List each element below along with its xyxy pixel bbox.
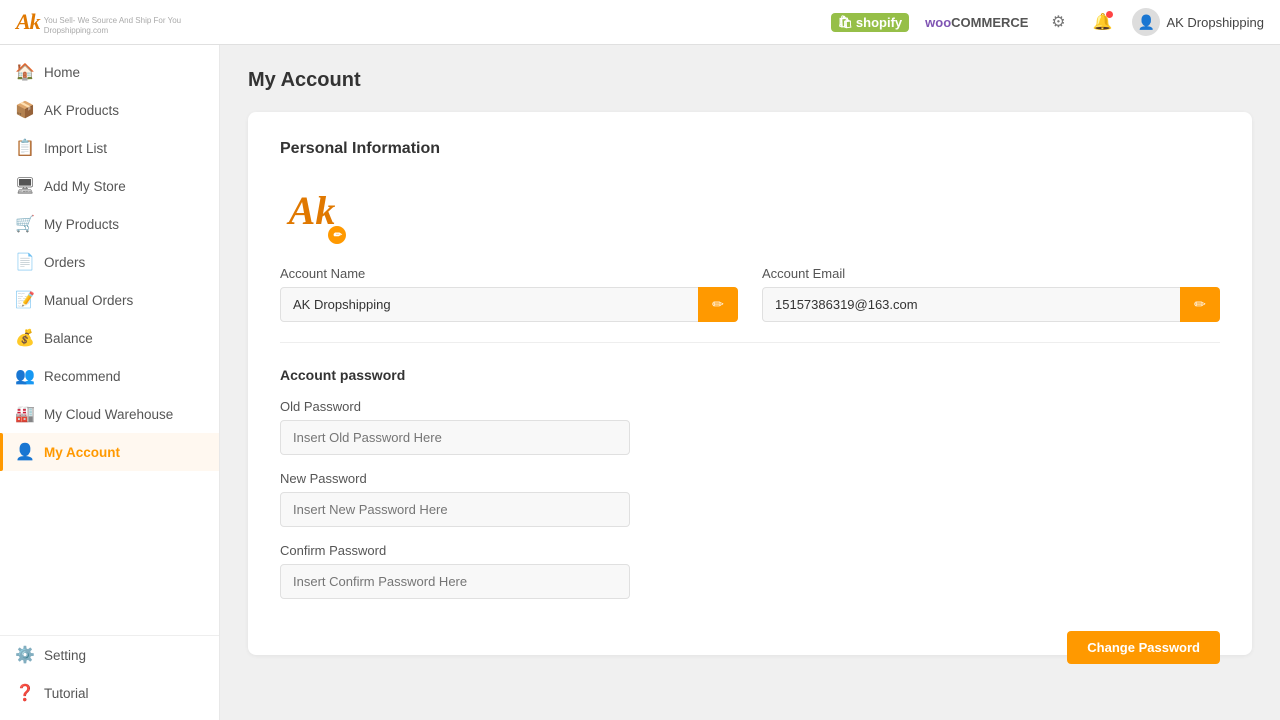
sidebar-item-my-products[interactable]: 🛒 My Products [0, 205, 219, 243]
sidebar-label-home: Home [44, 65, 80, 80]
sidebar-item-import-list[interactable]: 📋 Import List [0, 129, 219, 167]
sidebar-item-tutorial[interactable]: ❓ Tutorial [0, 674, 219, 712]
settings-icon-btn[interactable]: ⚙ [1044, 8, 1072, 36]
shopify-bag-icon: 🛍 [838, 15, 853, 29]
account-name-input[interactable] [280, 287, 738, 322]
sidebar-label-my-products: My Products [44, 217, 119, 232]
user-area[interactable]: 👤 AK Dropshipping [1132, 8, 1264, 36]
orders-icon: 📄 [16, 253, 34, 271]
main-content: My Account Personal Information Ak ✏ Acc… [220, 45, 1280, 720]
sidebar-label-manual-orders: Manual Orders [44, 293, 133, 308]
old-password-label: Old Password [280, 399, 1220, 414]
sidebar-item-orders[interactable]: 📄 Orders [0, 243, 219, 281]
account-card: Personal Information Ak ✏ Account Name ✏ [248, 112, 1252, 655]
recommend-icon: 👥 [16, 367, 34, 385]
confirm-password-group: Confirm Password [280, 543, 1220, 599]
sidebar-label-setting: Setting [44, 648, 86, 663]
confirm-password-label: Confirm Password [280, 543, 1220, 558]
setting-icon: ⚙️ [16, 646, 34, 664]
account-email-input-wrapper: ✏ [762, 287, 1220, 322]
sidebar-item-my-account[interactable]: 👤 My Account [0, 433, 219, 471]
pencil-icon: ✏ [712, 296, 724, 313]
home-icon: 🏠 [16, 63, 34, 81]
my-products-icon: 🛒 [16, 215, 34, 233]
sidebar-label-ak-products: AK Products [44, 103, 119, 118]
avatar-area: Ak ✏ [280, 178, 1220, 242]
divider [280, 342, 1220, 343]
sidebar-item-home[interactable]: 🏠 Home [0, 53, 219, 91]
old-password-group: Old Password [280, 399, 1220, 455]
logo-text: Ak [16, 9, 40, 35]
balance-icon: 💰 [16, 329, 34, 347]
account-email-edit-button[interactable]: ✏ [1180, 287, 1220, 322]
sidebar-label-my-account: My Account [44, 445, 120, 460]
shopify-label: shopify [856, 15, 902, 30]
avatar-edit-button[interactable]: ✏ [328, 226, 346, 244]
new-password-input[interactable] [280, 492, 630, 527]
notification-btn[interactable]: 🔔 [1088, 8, 1116, 36]
top-nav: Ak You Sell- We Source And Ship For YouD… [0, 0, 1280, 45]
account-info-row: Account Name ✏ Account Email ✏ [280, 266, 1220, 322]
sidebar-item-add-my-store[interactable]: 🖥 Add My Store [0, 167, 219, 205]
account-email-group: Account Email ✏ [762, 266, 1220, 322]
new-password-group: New Password [280, 471, 1220, 527]
user-name: AK Dropshipping [1166, 15, 1264, 30]
sidebar-item-my-cloud-warehouse[interactable]: 🏭 My Cloud Warehouse [0, 395, 219, 433]
import-list-icon: 📋 [16, 139, 34, 157]
tutorial-icon: ❓ [16, 684, 34, 702]
account-name-input-wrapper: ✏ [280, 287, 738, 322]
account-email-label: Account Email [762, 266, 1220, 281]
sidebar-label-orders: Orders [44, 255, 85, 270]
app-body: 🏠 Home 📦 AK Products 📋 Import List 🖥 Add… [0, 45, 1280, 720]
password-section: Account password Old Password New Passwo… [280, 367, 1220, 623]
add-store-icon: 🖥 [16, 177, 34, 195]
sidebar-label-balance: Balance [44, 331, 93, 346]
sidebar-item-setting[interactable]: ⚙️ Setting [0, 635, 219, 674]
page-title: My Account [248, 69, 1252, 92]
logo-sub: You Sell- We Source And Ship For YouDrop… [44, 16, 181, 35]
sidebar-label-add-my-store: Add My Store [44, 179, 126, 194]
sidebar-item-balance[interactable]: 💰 Balance [0, 319, 219, 357]
sidebar-item-ak-products[interactable]: 📦 AK Products [0, 91, 219, 129]
avatar: 👤 [1132, 8, 1160, 36]
confirm-password-input[interactable] [280, 564, 630, 599]
woocommerce-badge[interactable]: wooCOMMERCE [925, 15, 1028, 30]
account-name-group: Account Name ✏ [280, 266, 738, 322]
account-name-edit-button[interactable]: ✏ [698, 287, 738, 322]
pencil-icon-2: ✏ [1194, 296, 1206, 313]
logo-area: Ak You Sell- We Source And Ship For YouD… [16, 8, 181, 35]
sidebar-item-manual-orders[interactable]: 📝 Manual Orders [0, 281, 219, 319]
top-nav-right: 🛍 shopify wooCOMMERCE ⚙ 🔔 👤 AK Dropshipp… [831, 8, 1264, 36]
sidebar-label-import-list: Import List [44, 141, 107, 156]
sidebar-label-my-cloud-warehouse: My Cloud Warehouse [44, 407, 173, 422]
account-name-label: Account Name [280, 266, 738, 281]
sidebar-label-tutorial: Tutorial [44, 686, 89, 701]
manual-orders-icon: 📝 [16, 291, 34, 309]
shopify-badge[interactable]: 🛍 shopify [831, 13, 909, 32]
sidebar-label-recommend: Recommend [44, 369, 121, 384]
account-logo: Ak ✏ [280, 178, 344, 242]
personal-info-title: Personal Information [280, 140, 1220, 158]
new-password-label: New Password [280, 471, 1220, 486]
password-section-title: Account password [280, 367, 1220, 383]
change-password-button[interactable]: Change Password [1067, 631, 1220, 664]
ak-products-icon: 📦 [16, 101, 34, 119]
settings-icon: ⚙ [1051, 12, 1065, 32]
account-email-input[interactable] [762, 287, 1220, 322]
sidebar-item-recommend[interactable]: 👥 Recommend [0, 357, 219, 395]
sidebar: 🏠 Home 📦 AK Products 📋 Import List 🖥 Add… [0, 45, 220, 720]
old-password-input[interactable] [280, 420, 630, 455]
cloud-warehouse-icon: 🏭 [16, 405, 34, 423]
my-account-icon: 👤 [16, 443, 34, 461]
